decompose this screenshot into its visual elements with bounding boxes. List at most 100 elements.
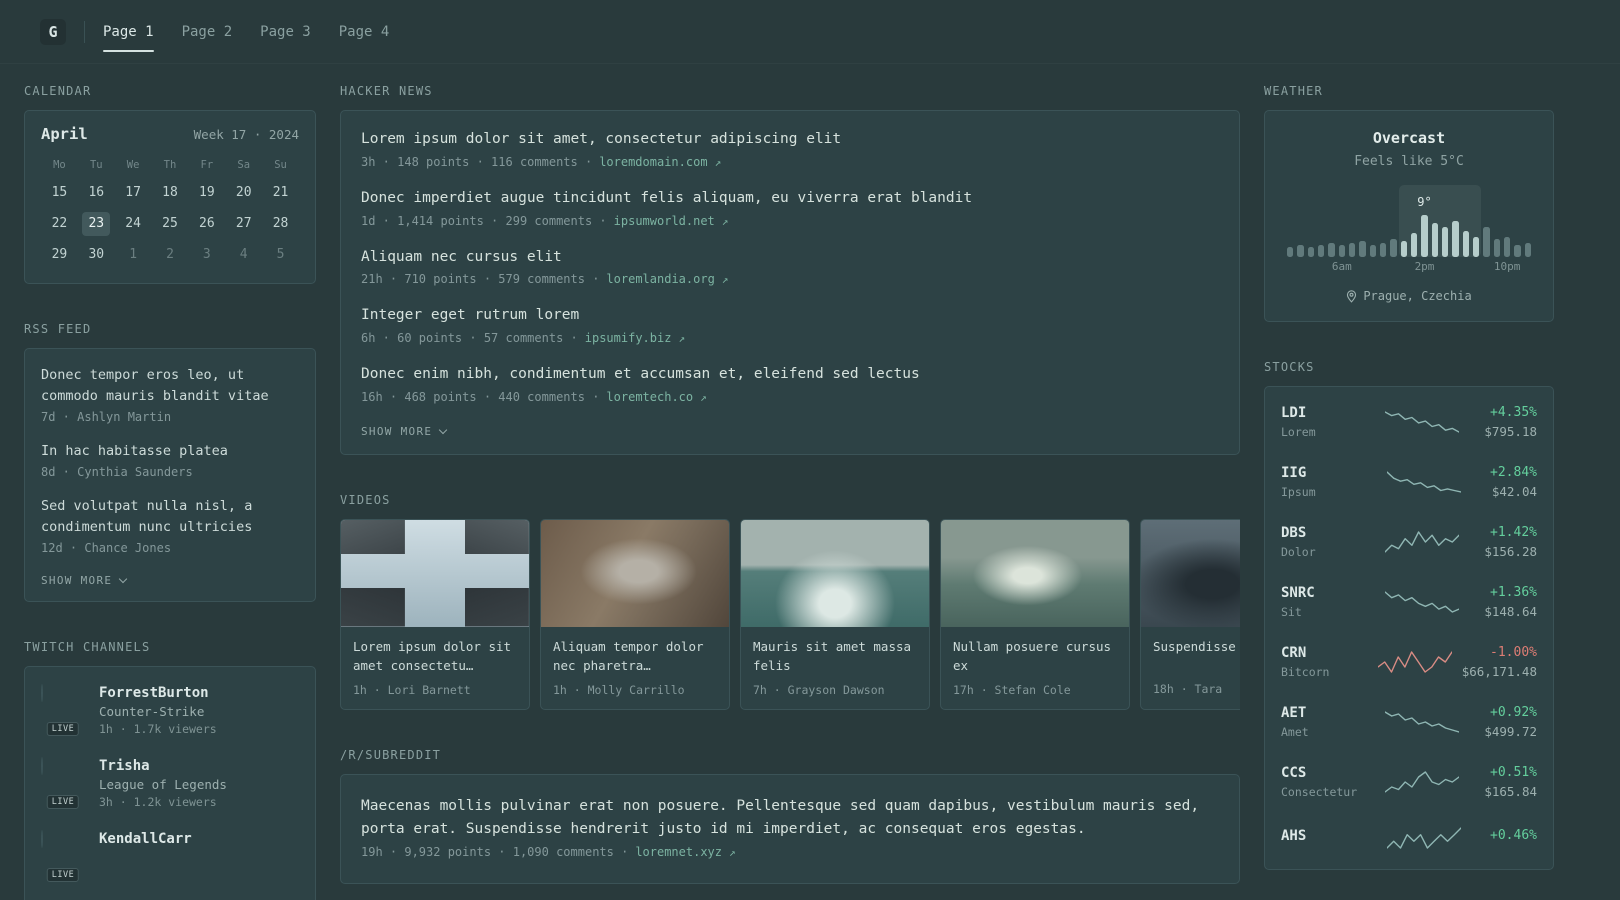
video-title[interactable]: Lorem ipsum dolor sit amet consectetu… <box>353 637 517 676</box>
channel-viewers: 1h · 1.7k viewers <box>99 721 217 736</box>
calendar-day: 29 <box>51 247 68 262</box>
subreddit-post-title[interactable]: Maecenas mollis pulvinar erat non posuer… <box>361 795 1219 841</box>
stock-id: LDI Lorem <box>1281 405 1373 439</box>
chevron-down-icon <box>119 574 128 583</box>
rss-item-title[interactable]: Donec tempor eros leo, ut commodo mauris… <box>41 365 299 407</box>
hn-item-title[interactable]: Donec imperdiet augue tincidunt felis al… <box>361 188 1219 210</box>
stock-row[interactable]: CRN Bitcorn -1.00% $66,171.48 <box>1281 632 1537 692</box>
tab-page-4[interactable]: Page 4 <box>339 18 390 46</box>
weather-bar <box>1421 215 1428 257</box>
video-thumbnail[interactable] <box>1141 519 1240 627</box>
weather-bar <box>1410 233 1418 257</box>
calendar-day: 17 <box>125 185 141 200</box>
hn-item-title[interactable]: Lorem ipsum dolor sit amet, consectetur … <box>361 129 1219 151</box>
calendar-day-next-month: 5 <box>276 247 285 262</box>
video-thumbnail[interactable] <box>741 519 929 627</box>
stock-row[interactable]: CCS Consectetur +0.51% $165.84 <box>1281 752 1537 812</box>
calendar-grid: Mo Tu We Th Fr Sa Su 15 16 17 18 19 20 2… <box>41 159 299 267</box>
stock-row[interactable]: AHS +0.46% <box>1281 812 1537 864</box>
video-title[interactable]: Aliquam tempor dolor nec pharetra… <box>553 637 717 676</box>
stock-row[interactable]: DBS Dolor +1.42% $156.28 <box>1281 512 1537 572</box>
weather-bar <box>1514 245 1521 257</box>
stock-name: Sit <box>1281 604 1302 619</box>
twitch-widget: TWITCH CHANNELS LIVE ForrestBurton Count… <box>24 640 316 900</box>
tab-page-3[interactable]: Page 3 <box>260 18 311 46</box>
video-title[interactable]: Mauris sit amet massa felis <box>753 637 917 676</box>
subreddit-widget-title: /R/SUBREDDIT <box>340 747 442 762</box>
video-title[interactable]: Suspendisse diam <box>1153 637 1240 675</box>
stock-values: -1.00% $66,171.48 <box>1462 645 1537 679</box>
twitch-channel-row[interactable]: LIVE ForrestBurton Counter-Strike 1h · 1… <box>41 683 299 736</box>
video-meta: 7h · Grayson Dawson <box>753 682 885 697</box>
calendar-day: 24 <box>125 216 141 231</box>
weekday-header: We <box>126 159 140 171</box>
stock-row[interactable]: SNRC Sit +1.36% $148.64 <box>1281 572 1537 632</box>
dashboard-grid: CALENDAR April Week 17 · 2024 Mo Tu We T… <box>0 64 1620 900</box>
calendar-week-info: Week 17 · 2024 <box>193 127 299 142</box>
video-card[interactable]: Suspendisse diam 18h · Tara <box>1140 518 1240 710</box>
video-thumbnail[interactable] <box>541 519 729 627</box>
channel-info: Trisha League of Legends 3h · 1.2k viewe… <box>99 758 227 809</box>
weather-feels-like: Feels like 5°C <box>1354 154 1464 169</box>
stock-symbol: CCS <box>1281 764 1307 781</box>
video-card-body: Suspendisse diam 18h · Tara <box>1141 627 1240 708</box>
hn-item-title[interactable]: Aliquam nec cursus elit <box>361 247 1219 269</box>
twitch-channel-row[interactable]: LIVE Trisha League of Legends 3h · 1.2k … <box>41 756 299 809</box>
video-card[interactable]: Mauris sit amet massa felis 7h · Grayson… <box>740 518 930 710</box>
weather-widget-title: WEATHER <box>1264 84 1323 98</box>
avatar-wrap: LIVE <box>41 683 85 736</box>
stock-change: +4.35% <box>1490 404 1537 420</box>
rss-item-title[interactable]: Sed volutpat nulla nisl, a condimentum n… <box>41 496 299 538</box>
stock-row[interactable]: LDI Lorem +4.35% $795.18 <box>1281 392 1537 452</box>
hn-item-domain-link[interactable]: loremdomain.com <box>599 155 707 169</box>
hn-item-domain-link[interactable]: loremtech.co <box>606 390 693 404</box>
stock-values: +1.42% $156.28 <box>1484 525 1537 559</box>
stock-sparkline <box>1387 826 1462 849</box>
calendar-day: 16 <box>88 185 105 200</box>
stock-change: -1.00% <box>1490 644 1537 660</box>
page-tabs: Page 1 Page 2 Page 3 Page 4 <box>103 18 390 52</box>
weather-bar <box>1472 237 1480 257</box>
hn-item-title[interactable]: Integer eget rutrum lorem <box>361 305 1219 327</box>
video-card[interactable]: Nullam posuere cursus ex 17h · Stefan Co… <box>940 518 1130 710</box>
rss-item-meta: 12d · Chance Jones <box>41 540 172 555</box>
video-card[interactable]: Aliquam tempor dolor nec pharetra… 1h · … <box>540 518 730 710</box>
video-thumbnail[interactable] <box>941 519 1129 627</box>
weather-bar <box>1359 241 1366 257</box>
hn-item-domain-link[interactable]: loremlandia.org <box>606 272 714 286</box>
stocks-widget: STOCKS LDI Lorem +4.35% $795.18 IIG Ipsu… <box>1264 360 1554 870</box>
hn-show-more-button[interactable]: SHOW MORE <box>361 423 448 440</box>
video-card-body: Mauris sit amet massa felis 7h · Grayson… <box>741 627 929 709</box>
avatar <box>41 683 43 702</box>
calendar-selected-day: 23 <box>82 212 111 236</box>
rss-item-title[interactable]: In hac habitasse platea <box>41 441 299 462</box>
stock-row[interactable]: IIG Ipsum +2.84% $42.04 <box>1281 452 1537 512</box>
weather-bar <box>1328 243 1335 257</box>
calendar-day: 30 <box>88 247 105 262</box>
twitch-channel-row[interactable]: LIVE KendallCarr <box>41 829 299 882</box>
tab-page-2[interactable]: Page 2 <box>182 18 233 46</box>
stock-row[interactable]: AET Amet +0.92% $499.72 <box>1281 692 1537 752</box>
weather-time-label: 6am <box>1331 260 1352 273</box>
app-logo[interactable]: G <box>40 18 66 45</box>
stock-values: +0.51% $165.84 <box>1484 765 1537 799</box>
video-card[interactable]: Lorem ipsum dolor sit amet consectetu… 1… <box>340 518 530 710</box>
hn-item-stats: 6h · 60 points · 57 comments · <box>361 331 578 345</box>
video-title[interactable]: Nullam posuere cursus ex <box>953 637 1117 676</box>
stock-values: +0.92% $499.72 <box>1484 705 1537 739</box>
stock-sparkline <box>1385 590 1460 613</box>
hn-item: Donec enim nibh, condimentum et accumsan… <box>361 364 1219 404</box>
hn-item-domain-link[interactable]: ipsumworld.net <box>614 214 715 228</box>
video-thumbnail[interactable] <box>341 519 529 627</box>
subreddit-post-domain-link[interactable]: loremnet.xyz <box>635 845 722 859</box>
hn-item-title[interactable]: Donec enim nibh, condimentum et accumsan… <box>361 364 1219 386</box>
rss-item-meta: 7d · Ashlyn Martin <box>41 409 172 424</box>
weather-bar <box>1431 223 1438 257</box>
hn-item-domain-link[interactable]: ipsumify.biz <box>585 331 672 345</box>
video-card-body: Nullam posuere cursus ex 17h · Stefan Co… <box>941 627 1129 709</box>
tab-page-1[interactable]: Page 1 <box>103 18 154 52</box>
stock-symbol: AET <box>1281 704 1307 721</box>
rss-show-more-button[interactable]: SHOW MORE <box>41 572 128 589</box>
top-nav: G Page 1 Page 2 Page 3 Page 4 <box>0 0 1620 64</box>
hn-item-meta: 6h · 60 points · 57 comments · ipsumify.… <box>361 331 1219 345</box>
